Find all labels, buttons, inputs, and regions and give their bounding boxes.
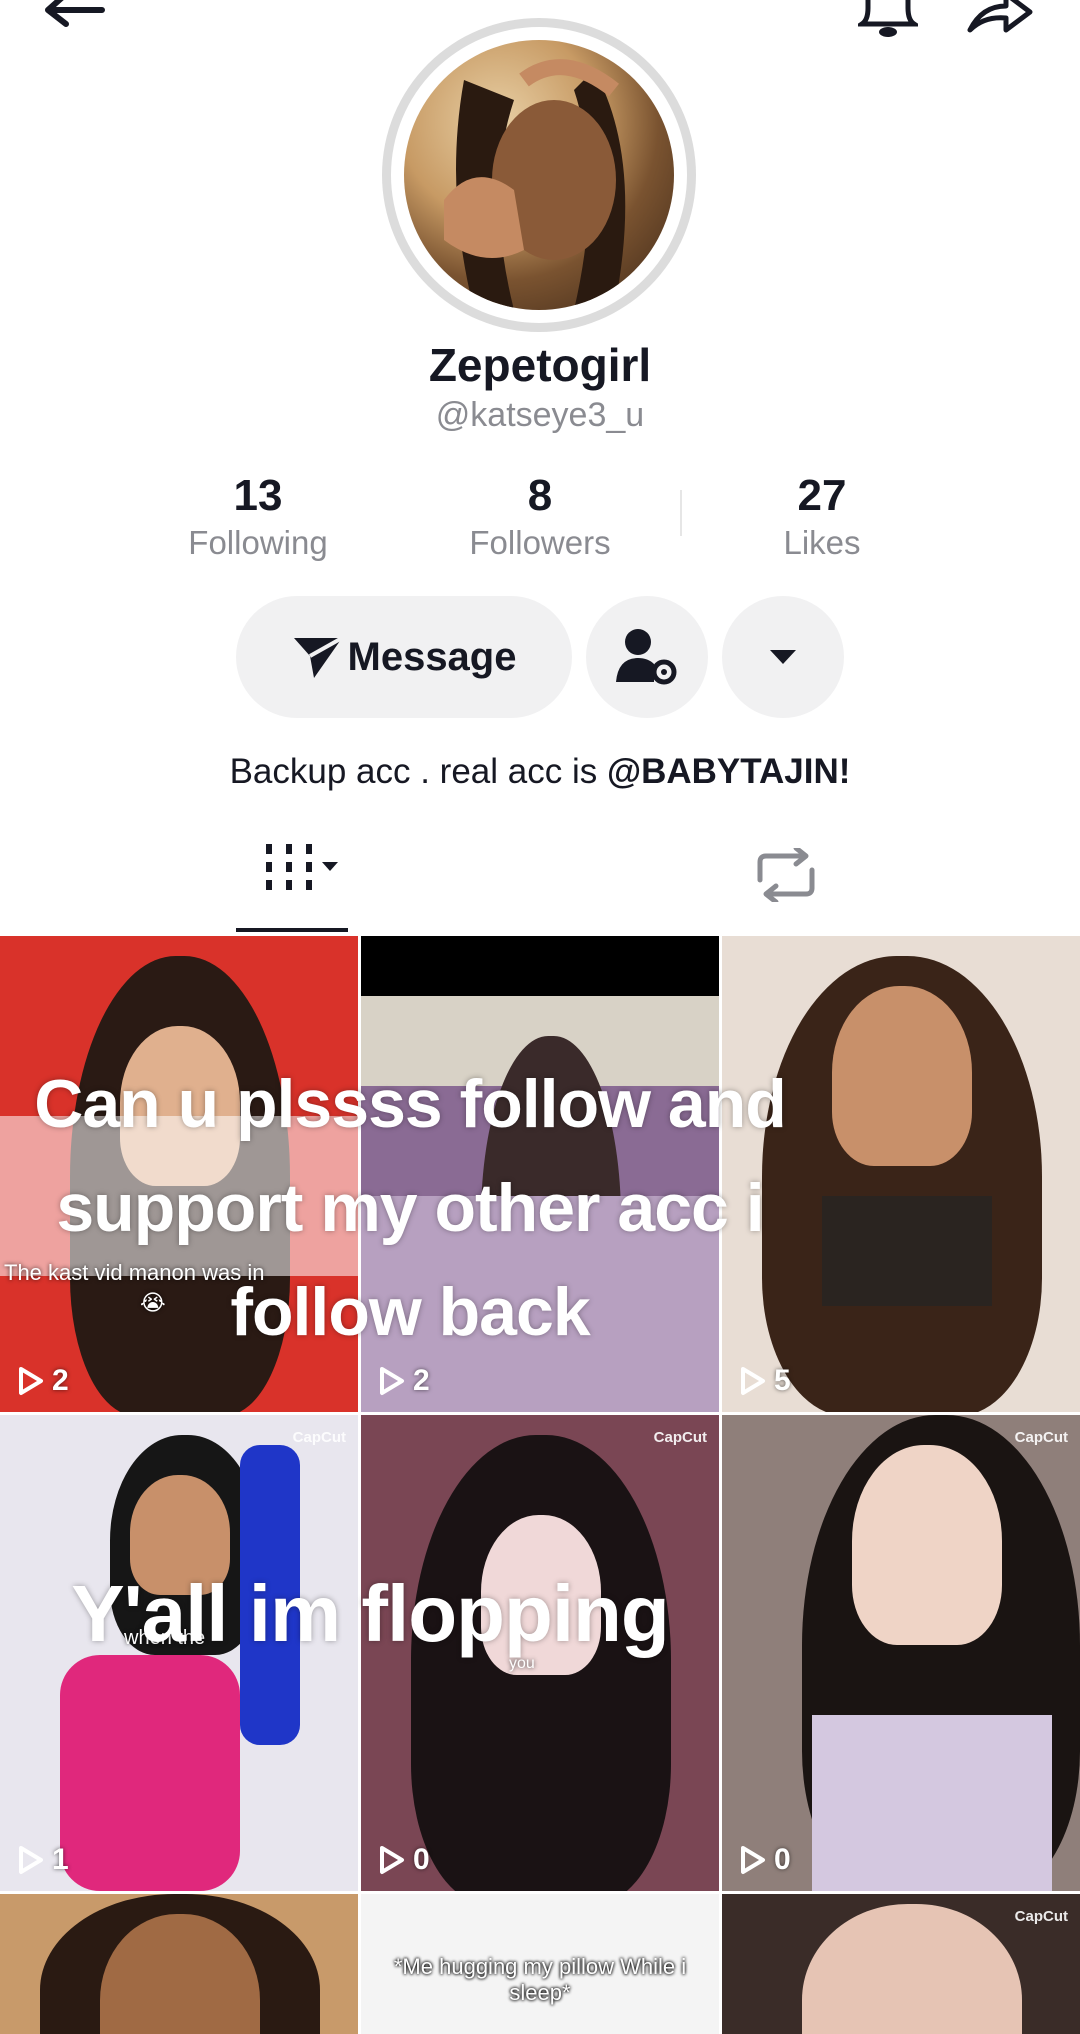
share-button[interactable] — [964, 0, 1034, 43]
back-button[interactable] — [40, 0, 110, 39]
send-icon — [293, 636, 343, 678]
view-count: 2 — [379, 1364, 430, 1398]
notifications-button[interactable] — [853, 0, 923, 45]
message-label: Message — [347, 634, 517, 679]
bell-icon — [853, 0, 923, 37]
overlay-caption-line-1: Can u plssss follow and — [34, 1066, 787, 1142]
capcut-watermark: CapCut — [653, 1429, 707, 1446]
overlay-caption-line-2: support my other acc i — [56, 1170, 764, 1246]
play-icon — [741, 1846, 765, 1874]
person-settings-icon — [616, 629, 677, 685]
stat-followers-value: 8 — [527, 471, 553, 520]
play-icon — [380, 1367, 404, 1395]
video-tile[interactable]: CapCut — [722, 1894, 1080, 2034]
video-caption: *Me hugging my pillow While i sleep* — [393, 1954, 687, 2005]
stat-following-value: 13 — [233, 471, 283, 520]
stat-followers[interactable]: 8 Followers — [420, 470, 660, 564]
overlay-caption-line-3: follow back — [230, 1274, 590, 1350]
username: @katseye3_u — [435, 396, 645, 434]
stat-likes-label: Likes — [783, 524, 861, 561]
stat-likes[interactable]: 27 Likes — [702, 470, 942, 564]
play-icon — [380, 1846, 404, 1874]
share-icon — [967, 0, 1033, 33]
video-tile[interactable] — [0, 1894, 358, 2034]
bio-text: Backup acc . real acc is — [229, 752, 607, 791]
bio: Backup acc . real acc is @BABYTAJIN! — [0, 752, 1080, 792]
stat-following-label: Following — [188, 524, 328, 561]
capcut-watermark: CapCut — [1014, 1908, 1068, 1925]
capcut-watermark: CapCut — [1014, 1429, 1068, 1446]
grid-icon — [266, 844, 338, 890]
stat-divider — [680, 490, 682, 536]
follow-settings-button[interactable] — [586, 596, 708, 718]
capcut-watermark: CapCut — [292, 1429, 346, 1446]
avatar-image — [404, 40, 674, 310]
play-icon — [741, 1367, 765, 1395]
stat-followers-label: Followers — [469, 524, 611, 561]
avatar[interactable] — [382, 18, 696, 332]
play-icon — [19, 1367, 43, 1395]
overlay-caption-line-4: Y'all im flopping — [71, 1569, 670, 1658]
view-count: 2 — [18, 1364, 69, 1398]
view-count: 1 — [18, 1843, 69, 1877]
tab-videos[interactable] — [262, 840, 346, 905]
stat-likes-value: 27 — [797, 471, 847, 520]
repost-icon — [757, 845, 815, 905]
tab-active-indicator — [236, 928, 348, 932]
message-button[interactable]: Message — [236, 596, 572, 718]
display-name: Zepetogirl — [428, 339, 652, 391]
tab-reposts[interactable] — [754, 845, 818, 907]
bio-mention-link[interactable]: @BABYTAJIN! — [607, 752, 850, 791]
video-tile[interactable]: *Me hugging my pillow While i sleep* — [361, 1894, 719, 2034]
more-options-button[interactable] — [722, 596, 844, 718]
view-count: 0 — [740, 1843, 791, 1877]
dropdown-icon — [770, 650, 796, 664]
play-icon — [19, 1846, 43, 1874]
stat-following[interactable]: 13 Following — [138, 470, 378, 564]
view-count: 0 — [379, 1843, 430, 1877]
view-count: 5 — [740, 1364, 791, 1398]
back-arrow-icon — [45, 0, 105, 27]
